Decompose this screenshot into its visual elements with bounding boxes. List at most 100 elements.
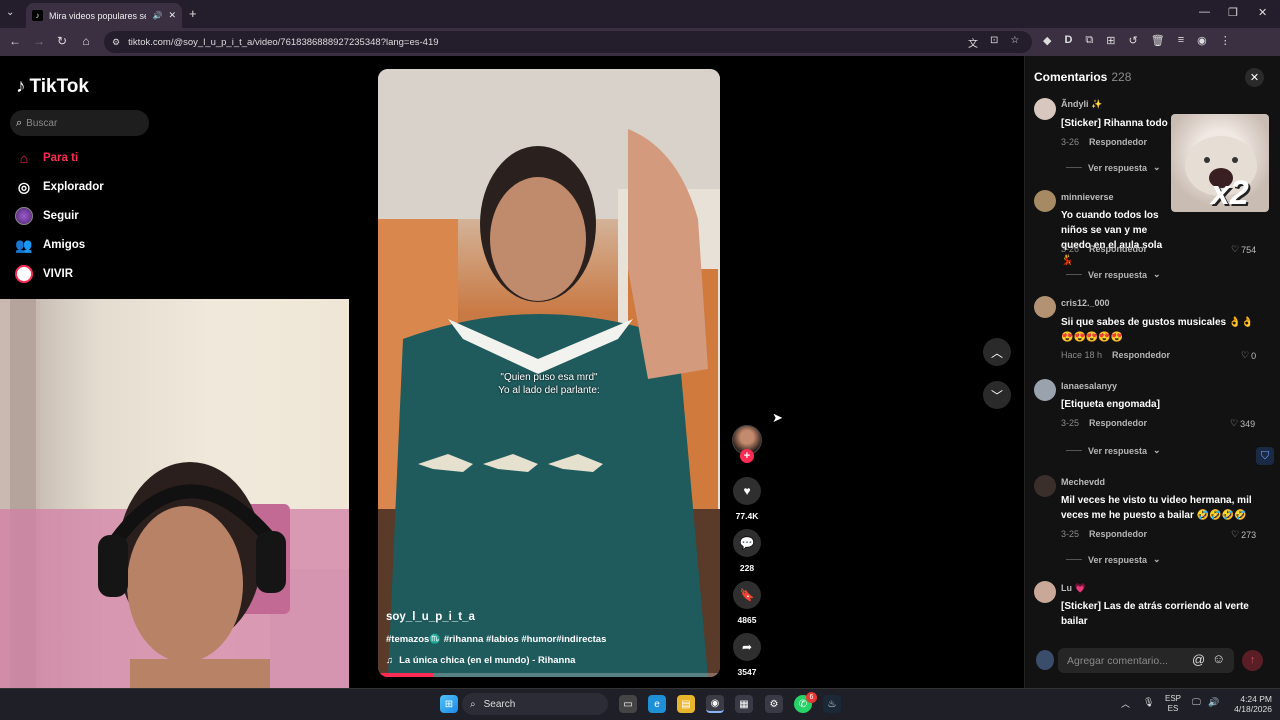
- file-explorer-icon[interactable]: ▤: [677, 695, 695, 713]
- nav-item-amigos[interactable]: 👥 Amigos: [14, 235, 85, 255]
- comment-button[interactable]: 💬: [733, 529, 761, 557]
- comment-username[interactable]: Lu 💗: [1061, 583, 1086, 594]
- windows-start-icon[interactable]: ⊞: [440, 695, 458, 713]
- browser-tab[interactable]: ♪ Mira videos populares selec 🔊 ✕: [26, 3, 182, 28]
- comment-date: 3-26: [1061, 137, 1080, 147]
- calculator-icon[interactable]: ▦: [735, 695, 753, 713]
- view-replies-button[interactable]: Ver respuesta ⌄: [1066, 162, 1161, 173]
- new-tab-button[interactable]: +: [189, 6, 197, 21]
- extension-diamond-icon[interactable]: ◆: [1043, 34, 1051, 47]
- view-replies-label: Ver respuesta: [1088, 445, 1148, 456]
- close-comments-button[interactable]: ✕: [1245, 68, 1264, 87]
- history-icon[interactable]: ↺: [1129, 34, 1138, 47]
- tab-search-icon[interactable]: ⌄: [6, 7, 14, 18]
- nav-item-para-ti[interactable]: ⌂ Para ti: [14, 148, 78, 168]
- commenter-avatar[interactable]: [1034, 98, 1056, 120]
- microphone-icon[interactable]: 🎙: [1143, 697, 1154, 708]
- comment-like[interactable]: ♡ 273: [1231, 529, 1256, 540]
- comment-username[interactable]: lanaesalanyy: [1061, 381, 1117, 391]
- comment-username[interactable]: cris12._000: [1061, 298, 1110, 308]
- avatar-icon[interactable]: ◉: [1197, 34, 1207, 47]
- chrome-icon[interactable]: ◉: [706, 695, 724, 713]
- edge-icon[interactable]: e: [648, 695, 666, 713]
- reply-button[interactable]: Respondedor: [1089, 244, 1147, 254]
- extension-bus-icon[interactable]: ⊞: [1106, 34, 1115, 47]
- my-avatar[interactable]: [1036, 650, 1054, 670]
- home-icon[interactable]: ⌂: [78, 34, 94, 48]
- video-hashtags[interactable]: #temazos♏ #rihanna #labios #humor#indire…: [386, 634, 606, 645]
- extensions-puzzle-icon[interactable]: ⧉: [1085, 34, 1093, 47]
- tray-chevron-icon[interactable]: ︿: [1121, 697, 1130, 710]
- network-icon[interactable]: 🖵: [1192, 697, 1201, 708]
- profile-d-icon[interactable]: D: [1064, 34, 1072, 47]
- star-icon[interactable]: ☆: [1010, 35, 1019, 50]
- video-player[interactable]: "Quien puso esa mrd" Yo al lado del parl…: [378, 69, 720, 677]
- share-button[interactable]: ➦: [733, 633, 761, 661]
- comment-input[interactable]: Agregar comentario...: [1058, 648, 1234, 673]
- emoji-icon[interactable]: ☺: [1212, 651, 1225, 666]
- send-comment-button[interactable]: ↑: [1242, 650, 1263, 671]
- menu-icon[interactable]: ⋮: [1220, 34, 1231, 47]
- comment-username[interactable]: minnieverse: [1061, 192, 1114, 202]
- comment-text: Sii que sabes de gustos musicales 👌👌 😍😍😍…: [1061, 317, 1254, 343]
- comment-username[interactable]: Mechevdd: [1061, 477, 1105, 487]
- volume-icon[interactable]: 🔊: [1208, 697, 1219, 708]
- speaker-icon[interactable]: 🔊: [152, 11, 162, 20]
- window-close-button[interactable]: ✕: [1258, 6, 1267, 19]
- commenter-avatar[interactable]: [1034, 379, 1056, 401]
- comment-username[interactable]: Ãndyli ✨: [1061, 99, 1102, 110]
- back-icon[interactable]: ←: [7, 34, 23, 48]
- like-button[interactable]: ♥: [733, 477, 761, 505]
- address-bar[interactable]: ⚙ tiktok.com/@soy_l_u_p_i_t_a/video/7618…: [104, 31, 1032, 53]
- follow-plus-icon[interactable]: +: [740, 449, 754, 463]
- save-button[interactable]: 🔖: [733, 581, 761, 609]
- nav-item-vivir[interactable]: VIVIR: [14, 264, 73, 284]
- comment-like[interactable]: ♡ 754: [1231, 244, 1256, 255]
- tab-close-icon[interactable]: ✕: [168, 10, 176, 21]
- minimize-button[interactable]: —: [1199, 6, 1210, 18]
- nav-item-seguir[interactable]: Seguir: [14, 206, 79, 226]
- video-username[interactable]: soy_l_u_p_i_t_a: [386, 611, 475, 623]
- app-icon[interactable]: ⚙: [765, 695, 783, 713]
- video-progress-bar[interactable]: [378, 673, 720, 677]
- heart-outline-icon: ♡: [1231, 244, 1240, 254]
- search-input[interactable]: ⌕ Buscar: [10, 110, 149, 136]
- bookmark-icon: 🔖: [739, 588, 755, 602]
- clock[interactable]: 4:24 PM 4/18/2026: [1228, 694, 1272, 714]
- reply-button[interactable]: Respondedor: [1089, 529, 1147, 539]
- shield-icon[interactable]: ⛉: [1256, 447, 1274, 465]
- commenter-avatar[interactable]: [1034, 296, 1056, 318]
- translate-icon[interactable]: 文: [968, 35, 978, 50]
- video-music[interactable]: ♫ La única chica (en el mundo) - Rihanna: [386, 655, 575, 666]
- taskbar-search[interactable]: ⌕ Search: [462, 693, 608, 715]
- commenter-avatar[interactable]: [1034, 475, 1056, 497]
- language-indicator[interactable]: ESP ES: [1165, 694, 1181, 714]
- commenter-avatar[interactable]: [1034, 190, 1056, 212]
- steam-icon[interactable]: ♨: [823, 695, 841, 713]
- mention-icon[interactable]: @: [1192, 652, 1205, 667]
- reading-list-icon[interactable]: ≡: [1178, 34, 1184, 47]
- install-icon[interactable]: ⊡: [990, 35, 998, 50]
- comment-like[interactable]: ♡ 349: [1230, 418, 1255, 429]
- tiktok-logo[interactable]: ♪ TikTok: [16, 76, 89, 98]
- reply-button[interactable]: Respondedor: [1089, 418, 1147, 428]
- trash-icon[interactable]: 🗑: [1151, 34, 1165, 47]
- forward-icon[interactable]: →: [31, 34, 47, 48]
- reload-icon[interactable]: ↻: [54, 34, 70, 48]
- view-replies-button[interactable]: Ver respuesta ⌄: [1066, 269, 1161, 280]
- previous-video-button[interactable]: ︿: [983, 338, 1011, 366]
- view-replies-button[interactable]: Ver respuesta ⌄: [1066, 445, 1161, 456]
- task-view-icon[interactable]: ▭: [619, 695, 637, 713]
- comment-text: [Etiqueta engomada]: [1061, 399, 1160, 410]
- reply-button[interactable]: Respondedor: [1112, 350, 1170, 360]
- next-video-button[interactable]: ﹀: [983, 381, 1011, 409]
- search-placeholder: Buscar: [26, 117, 58, 129]
- friends-icon: 👥: [15, 236, 33, 253]
- commenter-avatar[interactable]: [1034, 581, 1056, 603]
- restore-button[interactable]: ❐: [1228, 6, 1238, 19]
- reply-button[interactable]: Respondedor: [1089, 137, 1147, 147]
- nav-item-explorador[interactable]: ◎ Explorador: [14, 177, 104, 197]
- site-info-icon[interactable]: ⚙: [112, 37, 120, 48]
- view-replies-button[interactable]: Ver respuesta ⌄: [1066, 554, 1161, 565]
- comment-like[interactable]: ♡ 0: [1241, 350, 1256, 361]
